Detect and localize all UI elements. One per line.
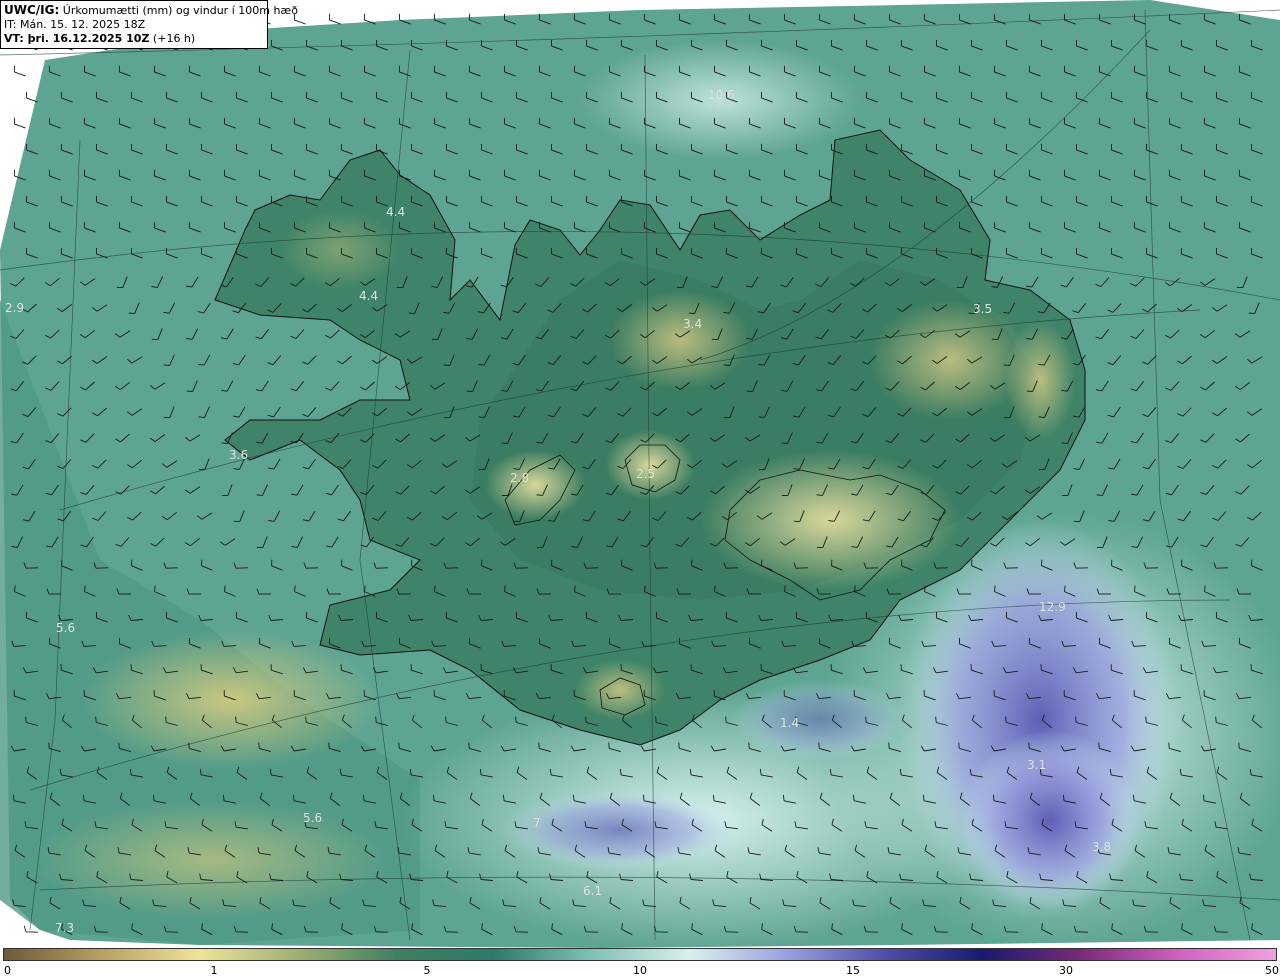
ocean-sw-yellow [80,630,380,770]
colorbar-tick-label: 0 [4,964,11,977]
wind-barb [328,13,341,25]
wind-barb [13,65,26,77]
highland-langjokull [485,450,585,520]
colorbar-tick-label: 10 [633,964,647,977]
product-title: UWC/IG: Úrkomumætti (mm) og vindur í 100… [4,3,298,18]
wind-barb [13,117,26,129]
colorbar-tick-label: 5 [423,964,431,977]
product-description: Úrkomumætti (mm) og vindur í 100m hæð [59,4,298,17]
map-value-label: 2.8 [510,471,530,485]
map-value-label: 1.4 [780,716,800,730]
map-value-label: 3.1 [1027,758,1047,772]
map-value-label: 2.9 [5,301,25,315]
map-value-label: 7.3 [55,921,75,935]
map-value-label: 10.6 [708,88,735,102]
lead-time: (+16 h) [149,32,196,45]
map-value-label: 3.6 [229,448,249,462]
forecast-info-box: UWC/IG: Úrkomumætti (mm) og vindur í 100… [0,0,298,49]
blue-s [500,790,740,870]
valid-time-line: VT: þri. 16.12.2025 10Z (+16 h) [4,32,264,46]
product-code: UWC/IG: [4,3,60,17]
map-value-label: 12.9 [1039,600,1066,614]
map-value-label: 2.5 [636,467,656,481]
highland-vatnajokull [700,450,960,590]
ocean-s-yellow [30,800,390,920]
map-value-label: 3.4 [683,317,703,331]
colorbar-strip [3,948,1277,961]
valid-time: VT: þri. 16.12.2025 10Z [4,32,150,45]
map-value-label: 4.4 [386,205,406,219]
colorbar-tick-label: 1 [210,964,218,977]
map-value-label: 5.6 [303,811,323,825]
map-value-label: 7 [533,816,541,830]
map-value-label: 3.5 [973,302,993,316]
map-value-label: 3.8 [1092,840,1112,854]
precipitation-colorbar: 0 1 5 10 15 30 50 [0,948,1280,978]
initial-time: IT: Mán. 15. 12. 2025 18Z [4,18,146,31]
colorbar-tick-label: 15 [846,964,860,977]
colorbar-tick-label: 50 [1265,964,1279,977]
map-value-label: 4.4 [359,289,379,303]
highland-east [1005,320,1075,440]
highland-westfjords [280,210,400,290]
map-value-label: 5.6 [56,621,76,635]
map-panel[interactable]: UWC/IG: Úrkomumætti (mm) og vindur í 100… [0,0,1280,948]
highland-ne [870,300,1030,420]
map-value-label: 6.1 [583,884,603,898]
colorbar-tick-label: 30 [1059,964,1073,977]
blue-s2 [730,680,910,760]
